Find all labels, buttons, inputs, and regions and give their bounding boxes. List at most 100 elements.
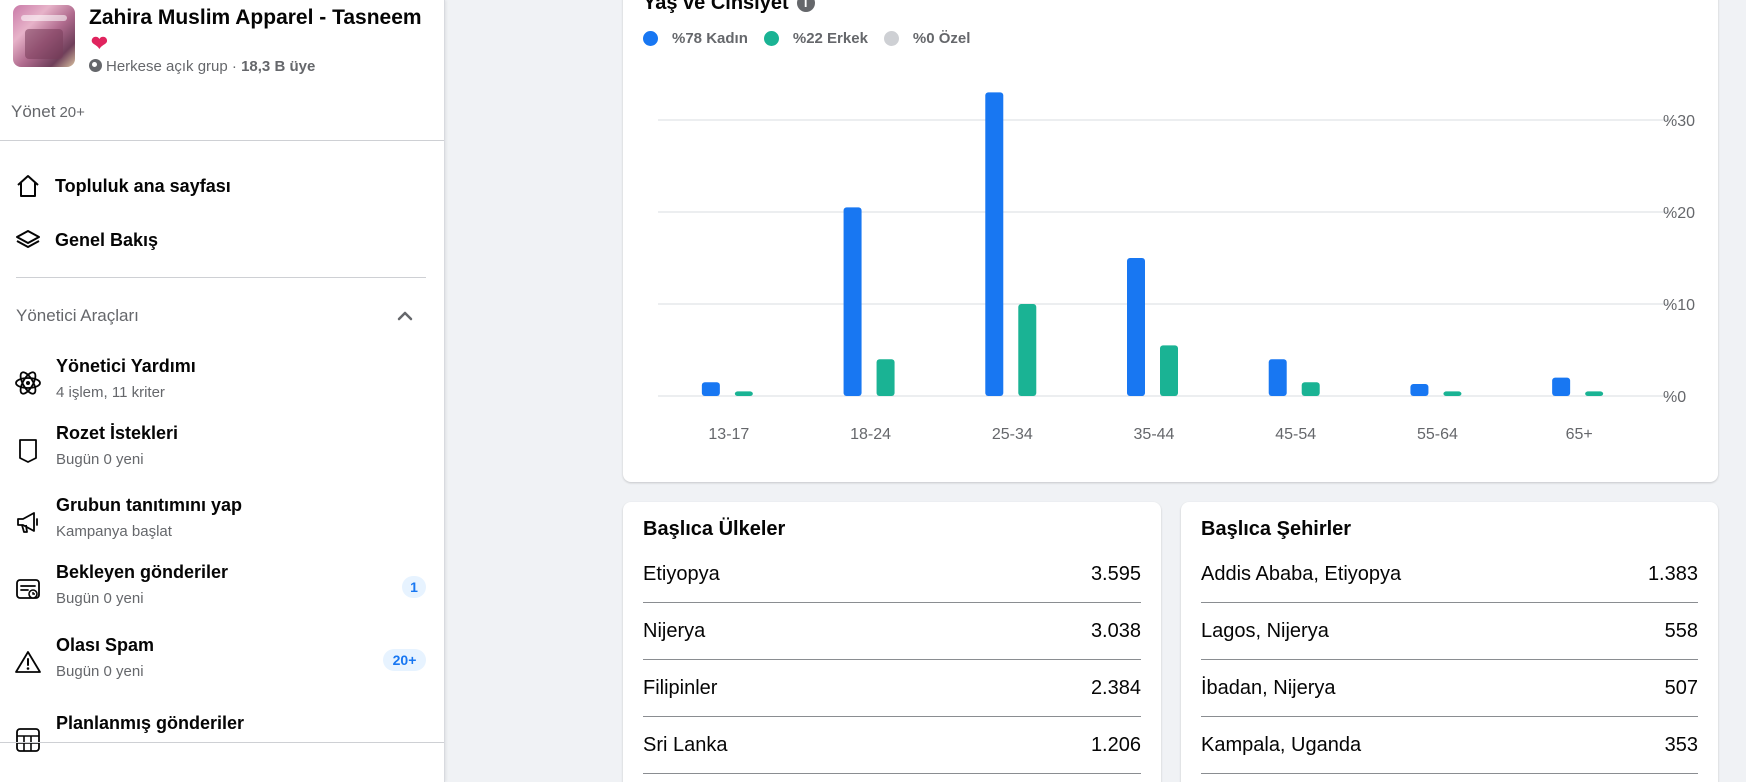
manage-label: Yönet — [11, 102, 56, 121]
bar-kadın-25-34 — [985, 92, 1004, 397]
top-countries-card: Başlıca Ülkeler Etiyopya 3.595 Nijerya 3.0… — [623, 502, 1161, 782]
bar-erkek-25-34 — [1018, 304, 1037, 396]
admin-sidebar: Zahira Muslim Apparel - Tasneem ❤ Herkes… — [0, 0, 445, 782]
warning-icon — [13, 647, 43, 677]
tool-title: Grubun tanıtımını yap — [56, 495, 243, 515]
tool-title: Bekleyen gönderiler — [56, 562, 229, 582]
bar-erkek-18-24 — [876, 359, 895, 396]
y-tick-label: %30 — [1663, 113, 1695, 130]
x-tick-label: 25-34 — [992, 426, 1033, 443]
group-header: Zahira Muslim Apparel - Tasneem ❤ Herkes… — [13, 5, 433, 85]
tool-title: Planlanmış gönderiler — [56, 713, 245, 733]
country-name: Sri Lanka — [643, 733, 728, 756]
x-tick-label: 55-64 — [1417, 426, 1458, 443]
bar-erkek-35-44 — [1160, 345, 1178, 396]
tool-title: Olası Spam — [56, 635, 155, 655]
city-value: 1.383 — [1647, 562, 1698, 585]
city-value: 507 — [1664, 676, 1698, 699]
tool-subtitle: Bugün 0 yeni — [56, 663, 144, 680]
country-row: Nijerya 3.038 — [643, 603, 1141, 660]
countries-title: Başlıca Ülkeler — [643, 518, 786, 540]
calendar-grid-icon — [13, 725, 43, 755]
group-avatar[interactable] — [13, 5, 75, 67]
group-name[interactable]: Zahira Muslim Apparel - Tasneem ❤ — [89, 5, 429, 57]
group-members[interactable]: 18,3 B üye — [241, 58, 315, 75]
country-value: 1.206 — [1090, 733, 1141, 756]
bar-kadın-35-44 — [1127, 258, 1145, 396]
tool-subtitle: Bugün 0 yeni — [56, 451, 144, 468]
city-name: Kampala, Uganda — [1201, 733, 1362, 756]
city-value: 353 — [1664, 733, 1698, 756]
tool-subtitle: Bugün 0 yeni — [56, 590, 144, 607]
meta-separator: · — [227, 58, 242, 75]
atom-icon — [13, 368, 43, 398]
bar-kadın-55-64 — [1410, 384, 1429, 396]
x-tick-label: 35-44 — [1134, 426, 1175, 443]
bar-kadın-18-24 — [843, 207, 862, 396]
city-row: Kampala, Uganda 353 — [1201, 717, 1698, 774]
bar-kadın-13-17 — [701, 382, 720, 396]
tool-scheduled-posts[interactable]: Planlanmış gönderiler — [13, 713, 433, 769]
chevron-up-icon[interactable] — [395, 306, 415, 326]
megaphone-icon — [13, 507, 43, 537]
country-name: Etiyopya — [643, 562, 720, 585]
x-tick-label: 13-17 — [708, 426, 749, 443]
tool-promote-group[interactable]: Grubun tanıtımını yap Kampanya başlat — [13, 495, 433, 551]
city-row: İbadan, Nijerya 507 — [1201, 660, 1698, 717]
nav-label: Genel Bakış — [55, 229, 159, 250]
manage-count: 20+ — [59, 104, 85, 121]
age-gender-bar-chart: %0 %10 %20 %30 13-17 18-24 25-34 35-44 45-54 55-6… — [658, 92, 1695, 443]
country-row: Filipinler 2.384 — [643, 660, 1141, 717]
divider — [16, 277, 426, 278]
tool-subtitle: Kampanya başlat — [56, 523, 172, 540]
city-name: Lagos, Nijerya — [1201, 619, 1329, 642]
x-tick-label: 45-54 — [1275, 426, 1316, 443]
country-value: 3.595 — [1090, 562, 1141, 585]
tool-title: Rozet İstekleri — [56, 423, 179, 443]
y-tick-label: %10 — [1663, 297, 1695, 314]
cities-title: Başlıca Şehirler — [1201, 518, 1352, 540]
top-cities-card: Başlıca Şehirler Addis Ababa, Etiyopya 1.… — [1181, 502, 1718, 782]
nav-community-home[interactable]: Topluluk ana sayfası — [13, 166, 433, 206]
city-name: Addis Ababa, Etiyopya — [1201, 562, 1402, 585]
globe-icon — [89, 59, 102, 72]
home-icon — [13, 171, 43, 201]
bar-erkek-13-17 — [734, 391, 753, 396]
x-tick-label: 65+ — [1566, 426, 1593, 443]
city-row: Addis Ababa, Etiyopya 1.383 — [1201, 546, 1698, 603]
age-gender-card: Yaş ve Cinsiyet i %78 Kadın %22 Erkek %0 … — [623, 0, 1718, 482]
spam-count-badge: 20+ — [383, 649, 426, 671]
y-tick-label: %20 — [1663, 205, 1695, 222]
layers-icon — [13, 225, 43, 255]
city-value: 558 — [1664, 619, 1698, 642]
pending-count-badge: 1 — [402, 576, 426, 598]
tool-subtitle: 4 işlem, 11 kriter — [56, 384, 165, 401]
divider — [0, 140, 444, 141]
manage-heading: Yönet 20+ — [11, 102, 85, 122]
group-privacy: Herkese açık grup — [106, 58, 228, 75]
group-name-text[interactable]: Zahira Muslim Apparel - Tasneem — [89, 6, 422, 29]
tool-possible-spam[interactable]: Olası Spam Bugün 0 yeni 20+ — [13, 635, 433, 691]
city-row: Lagos, Nijerya 558 — [1201, 603, 1698, 660]
bar-kadın-65+ — [1552, 377, 1571, 396]
divider — [0, 742, 444, 743]
tool-pending-posts[interactable]: Bekleyen gönderiler Bugün 0 yeni 1 — [13, 562, 433, 618]
country-row: Etiyopya 3.595 — [643, 546, 1141, 603]
tool-badge-requests[interactable]: Rozet İstekleri Bugün 0 yeni — [13, 423, 433, 479]
x-tick-label: 18-24 — [850, 426, 891, 443]
pending-posts-icon — [13, 574, 43, 604]
country-value: 3.038 — [1090, 619, 1141, 642]
country-value: 2.384 — [1090, 676, 1141, 699]
bar-erkek-45-54 — [1301, 382, 1320, 396]
heart-icon: ❤ — [91, 33, 108, 55]
tool-title: Yönetici Yardımı — [56, 356, 196, 376]
nav-overview[interactable]: Genel Bakış — [13, 220, 433, 260]
tool-admin-assist[interactable]: Yönetici Yardımı 4 işlem, 11 kriter — [13, 356, 433, 412]
y-tick-label: %0 — [1663, 389, 1686, 406]
city-name: İbadan, Nijerya — [1201, 676, 1336, 699]
bar-erkek-55-64 — [1443, 391, 1462, 396]
bar-erkek-65+ — [1585, 391, 1604, 396]
badge-icon — [13, 435, 43, 465]
country-row: Sri Lanka 1.206 — [643, 717, 1141, 774]
country-name: Filipinler — [643, 676, 718, 699]
